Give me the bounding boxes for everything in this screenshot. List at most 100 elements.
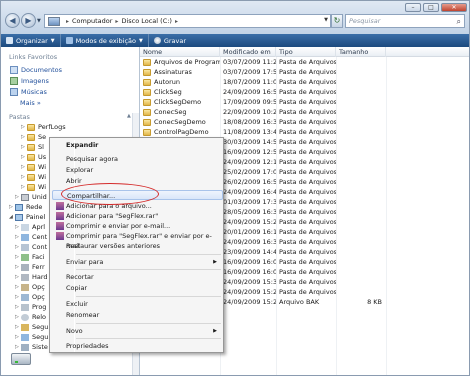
menu-item-search[interactable]: Pesquisar agora xyxy=(52,154,223,164)
column-modified[interactable]: Modificado em xyxy=(220,47,276,57)
column-size[interactable]: Tamanho xyxy=(336,47,386,57)
file-date-cell: 25/02/2009 17:02 xyxy=(223,168,276,176)
table-row[interactable]: Arquivos de Programas03/07/2009 11:29Pas… xyxy=(140,58,386,67)
more-label: Mais xyxy=(20,99,35,107)
file-size-cell xyxy=(336,58,386,67)
menu-item-properties[interactable]: Propriedades xyxy=(52,341,223,351)
refresh-button[interactable]: ↻ xyxy=(331,14,343,28)
address-bar[interactable]: ▸ Computador ▸ Disco Local (C:) ▸ ▼ xyxy=(44,14,331,28)
file-date-cell: 01/03/2009 17:30 xyxy=(223,198,276,206)
menu-item-add-rar[interactable]: Adicionar para "SegFlex.rar" xyxy=(52,211,223,221)
search-input[interactable]: Pesquisar ⌕ xyxy=(345,14,465,28)
menu-item-compress-rar-email[interactable]: Comprimir para "SegFlex.rar" e enviar po… xyxy=(52,231,223,250)
tree-item[interactable]: ▷ Wi xyxy=(21,173,46,181)
forward-button[interactable]: ▶ xyxy=(21,13,36,28)
tree-item[interactable]: ▷ Segu xyxy=(15,323,48,331)
programs-icon xyxy=(21,303,29,311)
drive-icon xyxy=(21,193,29,201)
tree-item[interactable]: ▷ Segu xyxy=(15,333,48,341)
tree-item[interactable]: ▷ Prog xyxy=(15,303,46,311)
breadcrumb-computer[interactable]: Computador xyxy=(72,17,112,25)
tree-item[interactable]: ▷ PerfLogs xyxy=(21,123,66,131)
views-button[interactable]: Modos de exibição ▼ xyxy=(61,34,149,47)
menu-item-new[interactable]: Novo ▶ xyxy=(52,326,223,336)
more-favorites-link[interactable]: Mais » xyxy=(20,99,41,107)
tree-item[interactable]: ▷ Sl xyxy=(21,143,44,151)
table-row[interactable]: ConecSeg 22/09/2009 10:23 Pasta de Arquivo… xyxy=(140,108,386,117)
tree-item[interactable]: ▷ Faci xyxy=(15,253,45,261)
tree-item[interactable]: ▷ Wi xyxy=(21,163,46,171)
explorer-window: – □ ✕ ◀ ▶ ▼ ▸ Computador ▸ Disco Local (… xyxy=(0,0,470,376)
search-icon[interactable]: ⌕ xyxy=(457,16,461,28)
maximize-button[interactable]: □ xyxy=(423,3,439,12)
tree-item[interactable]: ▷ Hard xyxy=(15,273,48,281)
folders-header[interactable]: Pastas ▲ xyxy=(9,113,131,121)
file-size-cell xyxy=(336,148,386,157)
folder-icon xyxy=(143,59,151,66)
favorite-music[interactable]: Músicas xyxy=(10,88,47,96)
menu-item-restore[interactable]: Restaurar versões anteriores xyxy=(52,241,223,251)
column-type[interactable]: Tipo xyxy=(276,47,336,57)
menu-item-send-to[interactable]: Enviar para ▶ xyxy=(52,257,223,267)
menu-item-explore[interactable]: Explorar xyxy=(52,165,223,175)
file-date-cell: 22/09/2009 10:23 xyxy=(223,108,276,116)
menu-item-cut[interactable]: Recortar xyxy=(52,272,223,282)
burn-button[interactable]: Gravar xyxy=(149,34,191,47)
file-type-cell: Pasta de Arquivos xyxy=(279,268,336,276)
chevron-up-icon[interactable]: ▲ xyxy=(127,113,131,119)
table-row[interactable]: ClickSeg 24/09/2009 16:52 Pasta de Arquivo… xyxy=(140,88,386,97)
tree-label: PerfLogs xyxy=(38,123,66,131)
tree-item[interactable]: ▷ Relo xyxy=(15,313,46,321)
table-row[interactable]: Assinaturas 03/07/2009 17:54 Pasta de Arqu… xyxy=(140,68,386,77)
tree-item[interactable]: ▷ Wi xyxy=(21,183,46,191)
tree-item[interactable]: ▷ Unid xyxy=(15,193,47,201)
folder-icon xyxy=(27,133,35,141)
recent-pages-dropdown[interactable]: ▼ xyxy=(37,18,41,24)
favorite-pictures[interactable]: Imagens xyxy=(10,77,49,85)
tree-item[interactable]: ▷ Cont xyxy=(15,243,47,251)
file-date-cell: 24/09/2009 16:48 xyxy=(223,188,276,196)
ease-of-access-icon xyxy=(21,253,29,261)
organize-button[interactable]: Organizar ▼ xyxy=(1,34,61,47)
minimize-button[interactable]: – xyxy=(405,3,421,12)
chevron-down-icon: ▼ xyxy=(50,37,55,44)
table-row[interactable]: ClickSegDemo 17/09/2009 09:56 Pasta de Arq… xyxy=(140,98,386,107)
tree-item[interactable]: ▷ Aprl xyxy=(15,223,45,231)
file-size-cell xyxy=(336,168,386,177)
address-dropdown-icon[interactable]: ▼ xyxy=(324,17,328,23)
menu-item-expand[interactable]: Expandir xyxy=(52,140,223,150)
appearance-icon xyxy=(21,223,29,231)
tree-item[interactable]: ▷ Us xyxy=(21,153,46,161)
menu-item-delete[interactable]: Excluir xyxy=(52,299,223,309)
back-button[interactable]: ◀ xyxy=(5,13,20,28)
menu-item-compress-email[interactable]: Comprimir e enviar por e-mail... xyxy=(52,221,223,231)
tree-item[interactable]: ▷ Rede xyxy=(9,203,42,211)
file-size-cell xyxy=(336,288,386,297)
tree-item[interactable]: ▷ Ferr xyxy=(15,263,45,271)
tree-item[interactable]: ▷ Siste xyxy=(15,343,48,351)
file-date-cell: 30/03/2009 14:56 xyxy=(223,138,276,146)
options-icon xyxy=(21,293,29,301)
file-date-cell: 24/09/2009 16:52 xyxy=(223,88,276,96)
file-type-cell: Pasta de Arquivos xyxy=(279,158,336,166)
file-date-cell: 24/09/2009 15:21 xyxy=(223,298,276,306)
favorite-documents[interactable]: Documentos xyxy=(10,66,62,74)
table-row[interactable]: ControlPagDemo 11/08/2009 13:41 Pasta de A… xyxy=(140,128,386,137)
column-name[interactable]: Nome xyxy=(140,47,220,57)
tree-item[interactable]: ▷ Se xyxy=(21,133,46,141)
menu-item-copy[interactable]: Copiar xyxy=(52,283,223,293)
tree-item[interactable]: ▷ Opç xyxy=(15,293,45,301)
menu-separator xyxy=(76,323,221,324)
file-name: ConecSeg xyxy=(154,108,187,116)
close-button[interactable]: ✕ xyxy=(441,3,467,12)
tree-item[interactable]: ◢ Painel xyxy=(9,213,45,221)
submenu-arrow-icon: ▶ xyxy=(213,259,217,265)
folder-icon xyxy=(27,183,35,191)
breadcrumb-drive[interactable]: Disco Local (C:) xyxy=(121,17,172,25)
table-row[interactable]: ConecSegDemo 18/08/2009 16:34 Pasta de Arq… xyxy=(140,118,386,127)
tree-item[interactable]: ▷ Cent xyxy=(15,233,47,241)
folder-icon xyxy=(27,123,35,131)
menu-item-rename[interactable]: Renomear xyxy=(52,310,223,320)
tree-item[interactable]: ▷ Opç xyxy=(15,283,45,291)
table-row[interactable]: Autorun 18/07/2009 11:05 Pasta de Arquivos xyxy=(140,78,386,87)
